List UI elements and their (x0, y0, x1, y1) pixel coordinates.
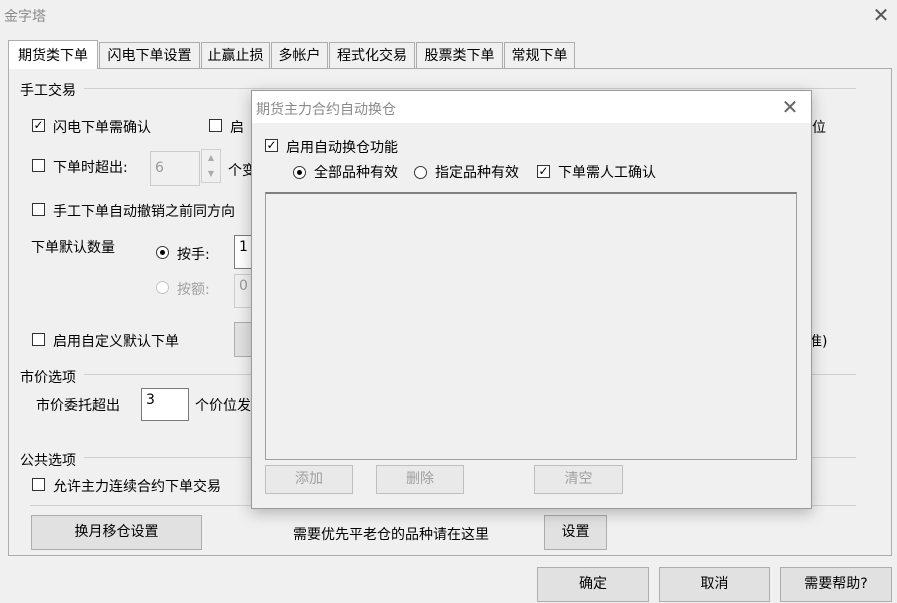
clear-button[interactable]: 清空 (534, 465, 623, 494)
enable-option-checkbox[interactable] (209, 119, 222, 132)
specified-varieties-radio[interactable] (414, 166, 427, 179)
dialog-close-icon[interactable]: ✕ (777, 94, 803, 120)
exceed-input[interactable]: 6 (150, 151, 200, 186)
enable-option-label: 启 (230, 120, 244, 136)
allow-continuous-checkbox[interactable] (32, 478, 45, 491)
custom-default-label: 启用自定义默认下单 (53, 334, 179, 350)
help-button[interactable]: 需要帮助? (780, 567, 892, 602)
price-tick-label-fragment: 位 (812, 120, 826, 136)
tab-flash-order-settings[interactable]: 闪电下单设置 (99, 42, 200, 69)
tab-stock-order[interactable]: 股票类下单 (416, 42, 503, 69)
exceed-checkbox[interactable] (32, 159, 45, 172)
manual-section-label: 手工交易 (20, 80, 80, 100)
custom-default-checkbox[interactable] (32, 333, 45, 346)
spin-down-icon[interactable]: ▼ (202, 166, 220, 182)
by-lots-label: 按手: (177, 247, 210, 263)
add-button[interactable]: 添加 (265, 465, 353, 494)
all-varieties-label: 全部品种有效 (314, 165, 398, 181)
auto-cancel-label: 手工下单自动撤销之前同方向 (53, 204, 235, 220)
cancel-button[interactable]: 取消 (659, 567, 770, 602)
window-title: 金字塔 (4, 9, 46, 25)
priority-setup-button[interactable]: 设置 (544, 515, 607, 550)
window-close-icon[interactable]: ✕ (868, 2, 894, 28)
section-divider (84, 88, 856, 89)
dialog-title: 期货主力合约自动换仓 (256, 102, 396, 118)
market-exceed-label: 市价委托超出 (36, 398, 120, 414)
delete-button[interactable]: 删除 (376, 465, 464, 494)
manual-confirm-label: 下单需人工确认 (558, 165, 656, 181)
market-exceed-input[interactable]: 3 (141, 388, 189, 421)
ok-button[interactable]: 确定 (537, 567, 649, 602)
tab-programmatic-trading[interactable]: 程式化交易 (329, 42, 415, 69)
tab-futures-order[interactable]: 期货类下单 (8, 40, 98, 69)
market-section-label: 市价选项 (20, 367, 80, 387)
all-varieties-radio[interactable] (293, 166, 306, 179)
flash-confirm-label: 闪电下单需确认 (53, 120, 151, 136)
by-amount-label: 按额: (177, 282, 210, 298)
exceed-spinner[interactable]: ▲ ▼ (201, 149, 221, 183)
flash-confirm-checkbox[interactable] (32, 119, 45, 132)
auto-cancel-checkbox[interactable] (32, 203, 45, 216)
spin-up-icon[interactable]: ▲ (202, 150, 220, 166)
specified-varieties-label: 指定品种有效 (435, 165, 519, 181)
allow-continuous-label: 允许主力连续合约下单交易 (53, 479, 221, 495)
auto-rollover-dialog: 期货主力合约自动换仓 ✕ 启用自动换仓功能 全部品种有效 指定品种有效 下单需人… (251, 90, 812, 509)
exceed-label: 下单时超出: (53, 160, 128, 176)
public-section-label: 公共选项 (20, 450, 80, 470)
varieties-list[interactable] (265, 192, 797, 460)
tab-regular-order[interactable]: 常规下单 (504, 42, 575, 69)
enable-auto-rollover-checkbox[interactable] (265, 139, 278, 152)
manual-confirm-checkbox[interactable] (537, 165, 550, 178)
enable-auto-rollover-label: 启用自动换仓功能 (286, 140, 398, 156)
rollover-settings-button[interactable]: 换月移仓设置 (31, 515, 202, 550)
priority-close-text: 需要优先平老仓的品种请在这里 (293, 527, 489, 543)
tab-take-profit-stop-loss[interactable]: 止赢止损 (201, 42, 270, 69)
tab-multi-account[interactable]: 多帐户 (271, 42, 328, 69)
by-lots-radio[interactable] (156, 246, 169, 259)
market-unit-label: 个价位发 (195, 398, 251, 414)
default-qty-label: 下单默认数量 (31, 240, 115, 256)
by-amount-radio[interactable] (156, 281, 169, 294)
